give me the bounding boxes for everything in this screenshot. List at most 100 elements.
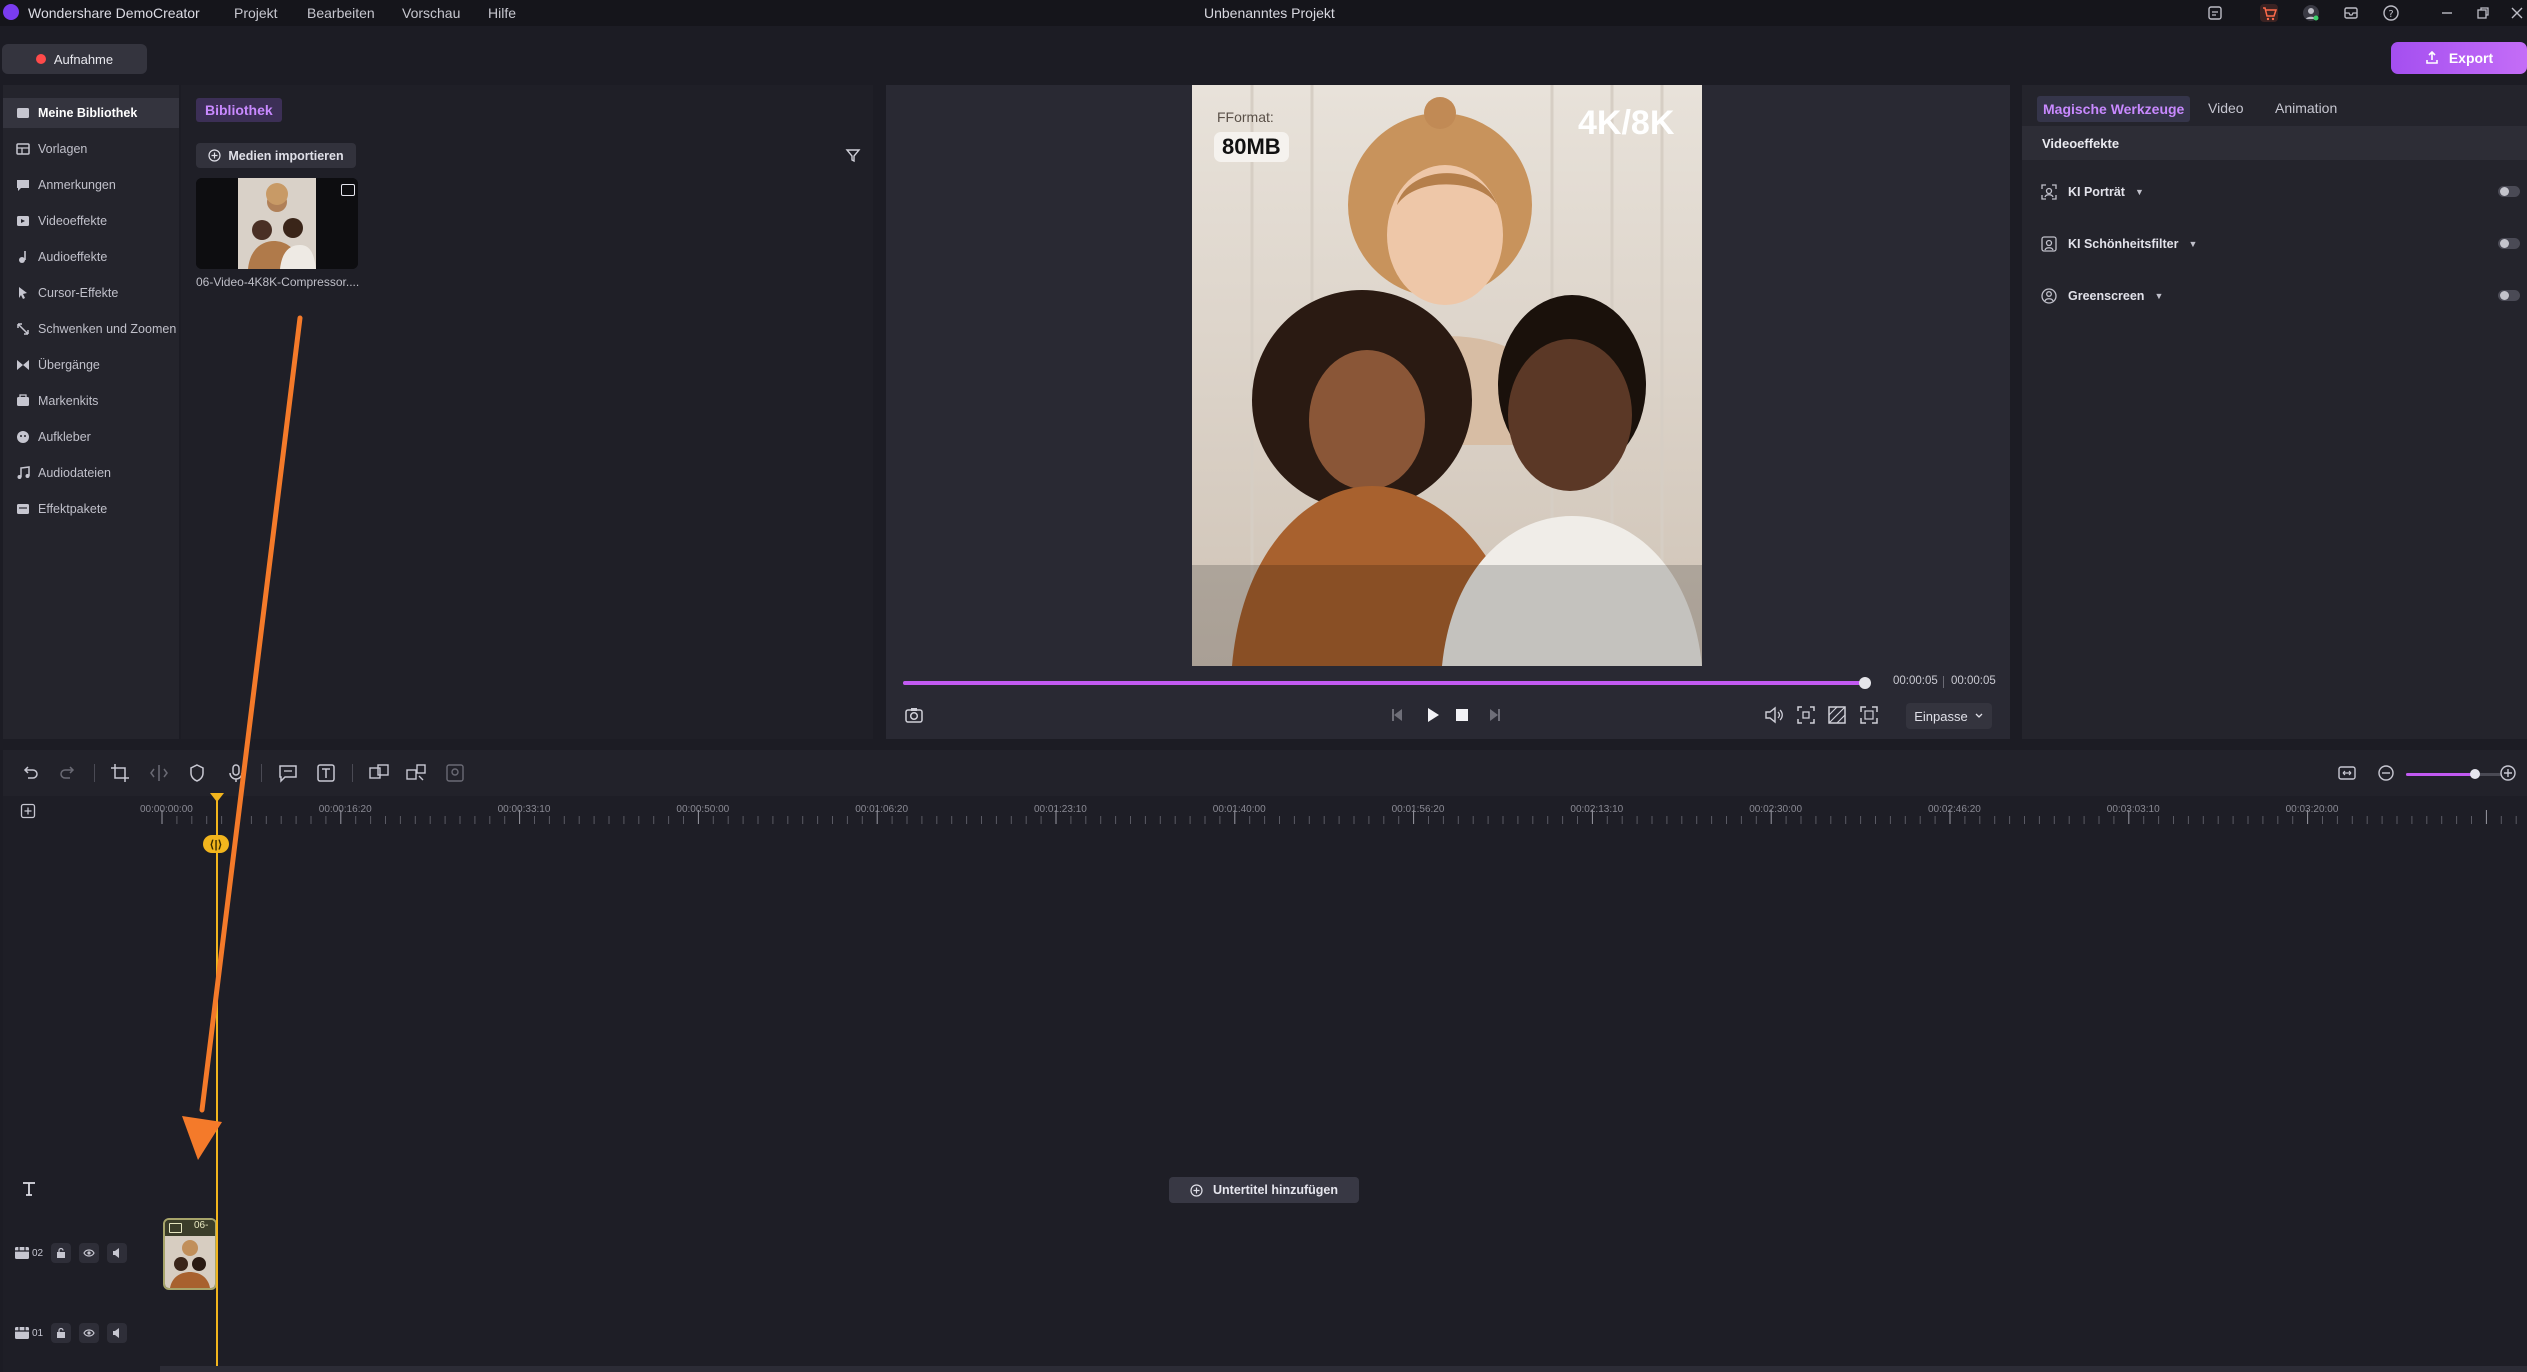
toolbar-divider — [94, 764, 95, 782]
sidebar-item-stickers[interactable]: Aufkleber — [3, 422, 179, 452]
zoom-slider-handle[interactable] — [2470, 769, 2480, 779]
import-media-button[interactable]: Medien importieren — [196, 143, 356, 168]
zoom-in-icon[interactable] — [2497, 762, 2519, 784]
mute-speaker-icon[interactable] — [107, 1323, 128, 1343]
sidebar-item-cursor-effects[interactable]: Cursor-Effekte — [3, 278, 179, 308]
timeline-clip[interactable] — [163, 1218, 217, 1290]
sidebar-item-label: Anmerkungen — [38, 178, 116, 192]
filter-icon[interactable] — [845, 147, 861, 163]
caret-down-icon[interactable]: ▼ — [2188, 239, 2197, 249]
effect-row-ai-portrait[interactable]: KI Porträt ▼ — [2040, 180, 2520, 204]
caret-down-icon[interactable]: ▼ — [2154, 291, 2163, 301]
tab-animation[interactable]: Animation — [2275, 100, 2337, 116]
annotations-icon — [17, 180, 29, 191]
video-type-icon — [341, 184, 355, 196]
mute-speaker-icon[interactable] — [107, 1243, 128, 1263]
safe-zone-icon[interactable] — [1826, 704, 1848, 726]
media-thumbnail[interactable] — [196, 178, 358, 269]
ruler-time-label: 00:02:13:10 — [1570, 804, 1624, 815]
menu-hilfe[interactable]: Hilfe — [488, 5, 516, 21]
menu-projekt[interactable]: Projekt — [234, 5, 278, 21]
effect-row-greenscreen[interactable]: Greenscreen ▼ — [2040, 284, 2520, 308]
menu-bearbeiten[interactable]: Bearbeiten — [307, 5, 375, 21]
preview-video[interactable] — [1192, 85, 1702, 666]
sidebar-item-annotations[interactable]: Anmerkungen — [3, 170, 179, 200]
undo-icon[interactable] — [19, 762, 41, 784]
timeline-scrollbar[interactable] — [160, 1366, 2527, 1372]
menu-vorschau[interactable]: Vorschau — [402, 5, 460, 21]
sidebar-item-label: Audiodateien — [38, 466, 111, 480]
sidebar-item-brand-kits[interactable]: Markenkits — [3, 386, 179, 416]
sidebar-item-label: Meine Bibliothek — [38, 106, 138, 120]
tab-video[interactable]: Video — [2208, 100, 2244, 116]
sidebar-item-transitions[interactable]: Übergänge — [3, 350, 179, 380]
close-icon[interactable] — [2508, 4, 2526, 22]
export-button[interactable]: Export — [2391, 42, 2527, 74]
title-bar: Wondershare DemoCreator Projekt Bearbeit… — [0, 0, 2527, 26]
text-box-icon[interactable] — [315, 762, 337, 784]
timeline-ruler[interactable] — [100, 800, 2527, 826]
export-label: Export — [2448, 50, 2494, 66]
sidebar-item-audio-effects[interactable]: Audioeffekte — [3, 242, 179, 272]
greenscreen-toggle[interactable] — [2498, 290, 2520, 301]
ruler-time-label: 00:03:03:10 — [2106, 804, 2160, 815]
record-dot-icon — [35, 54, 46, 64]
total-time: 00:00:05 — [1951, 675, 1996, 687]
restore-icon[interactable] — [2474, 4, 2492, 22]
stop-icon[interactable] — [1451, 704, 1473, 726]
split-icon[interactable] — [148, 762, 170, 784]
visibility-eye-icon[interactable] — [79, 1323, 100, 1343]
minimize-icon[interactable] — [2438, 4, 2456, 22]
zoom-slider-fill — [2406, 773, 2475, 776]
add-subtitle-button[interactable]: Untertitel hinzufügen — [1169, 1177, 1359, 1203]
feedback-icon[interactable] — [2206, 4, 2224, 22]
cart-icon[interactable] — [2260, 4, 2278, 22]
ruler-time-label: 00:00:50:00 — [676, 804, 730, 815]
sidebar-item-pan-zoom[interactable]: Schwenken und Zoomen — [3, 314, 179, 344]
help-icon[interactable]: ? — [2382, 4, 2400, 22]
fullscreen-icon[interactable] — [1858, 704, 1880, 726]
fit-mode-select[interactable]: Einpasse — [1906, 703, 1992, 729]
lock-icon[interactable] — [51, 1243, 72, 1263]
zoom-out-icon[interactable] — [2375, 762, 2397, 784]
effect-row-ai-beauty-filter[interactable]: KI Schönheitsfilter ▼ — [2040, 232, 2520, 256]
account-icon[interactable] — [2302, 4, 2320, 22]
sidebar-item-audio-files[interactable]: Audiodateien — [3, 458, 179, 488]
sidebar-item-templates[interactable]: Vorlagen — [3, 134, 179, 164]
visibility-eye-icon[interactable] — [79, 1243, 100, 1263]
snapshot-camera-icon[interactable] — [903, 704, 925, 726]
track-02-controls: 02 — [14, 1242, 128, 1264]
inbox-icon[interactable] — [2342, 4, 2360, 22]
play-icon[interactable] — [1421, 704, 1443, 726]
next-frame-icon[interactable] — [1483, 704, 1505, 726]
ungroup-icon[interactable] — [405, 762, 427, 784]
sidebar-item-label: Cursor-Effekte — [38, 286, 119, 300]
crop-icon[interactable] — [109, 762, 131, 784]
ai-portrait-toggle[interactable] — [2498, 186, 2520, 197]
mask-icon[interactable] — [444, 762, 466, 784]
add-track-icon[interactable] — [20, 803, 36, 819]
record-button[interactable]: Aufnahme — [2, 44, 147, 74]
effect-label: KI Schönheitsfilter — [2068, 237, 2179, 251]
lock-icon[interactable] — [51, 1323, 72, 1343]
volume-icon[interactable] — [1763, 704, 1785, 726]
export-icon — [2426, 51, 2438, 64]
ai-beauty-filter-toggle[interactable] — [2498, 238, 2520, 249]
media-name: 06-Video-4K8K-Compressor.... — [196, 275, 360, 289]
group-icon[interactable] — [368, 762, 390, 784]
redo-icon[interactable] — [57, 762, 79, 784]
playback-progress-handle[interactable] — [1859, 677, 1871, 689]
sidebar: Meine Bibliothek Vorlagen Anmerkungen Vi… — [3, 85, 179, 739]
fit-timeline-icon[interactable] — [2336, 762, 2358, 784]
tab-magic-tools[interactable]: Magische Werkzeuge — [2037, 96, 2191, 122]
svg-text:?: ? — [2388, 9, 2393, 20]
app-name: Wondershare DemoCreator — [28, 5, 200, 21]
crop-frame-icon[interactable] — [1795, 704, 1817, 726]
previous-frame-icon[interactable] — [1387, 704, 1409, 726]
overlay-format-text: FFormat: — [1217, 109, 1274, 125]
sidebar-item-my-library[interactable]: Meine Bibliothek — [3, 98, 179, 128]
caret-down-icon[interactable]: ▼ — [2135, 187, 2144, 197]
sidebar-item-effect-packs[interactable]: Effektpakete — [3, 494, 179, 524]
sidebar-item-video-effects[interactable]: Videoeffekte — [3, 206, 179, 236]
brand-kits-icon — [17, 394, 29, 406]
